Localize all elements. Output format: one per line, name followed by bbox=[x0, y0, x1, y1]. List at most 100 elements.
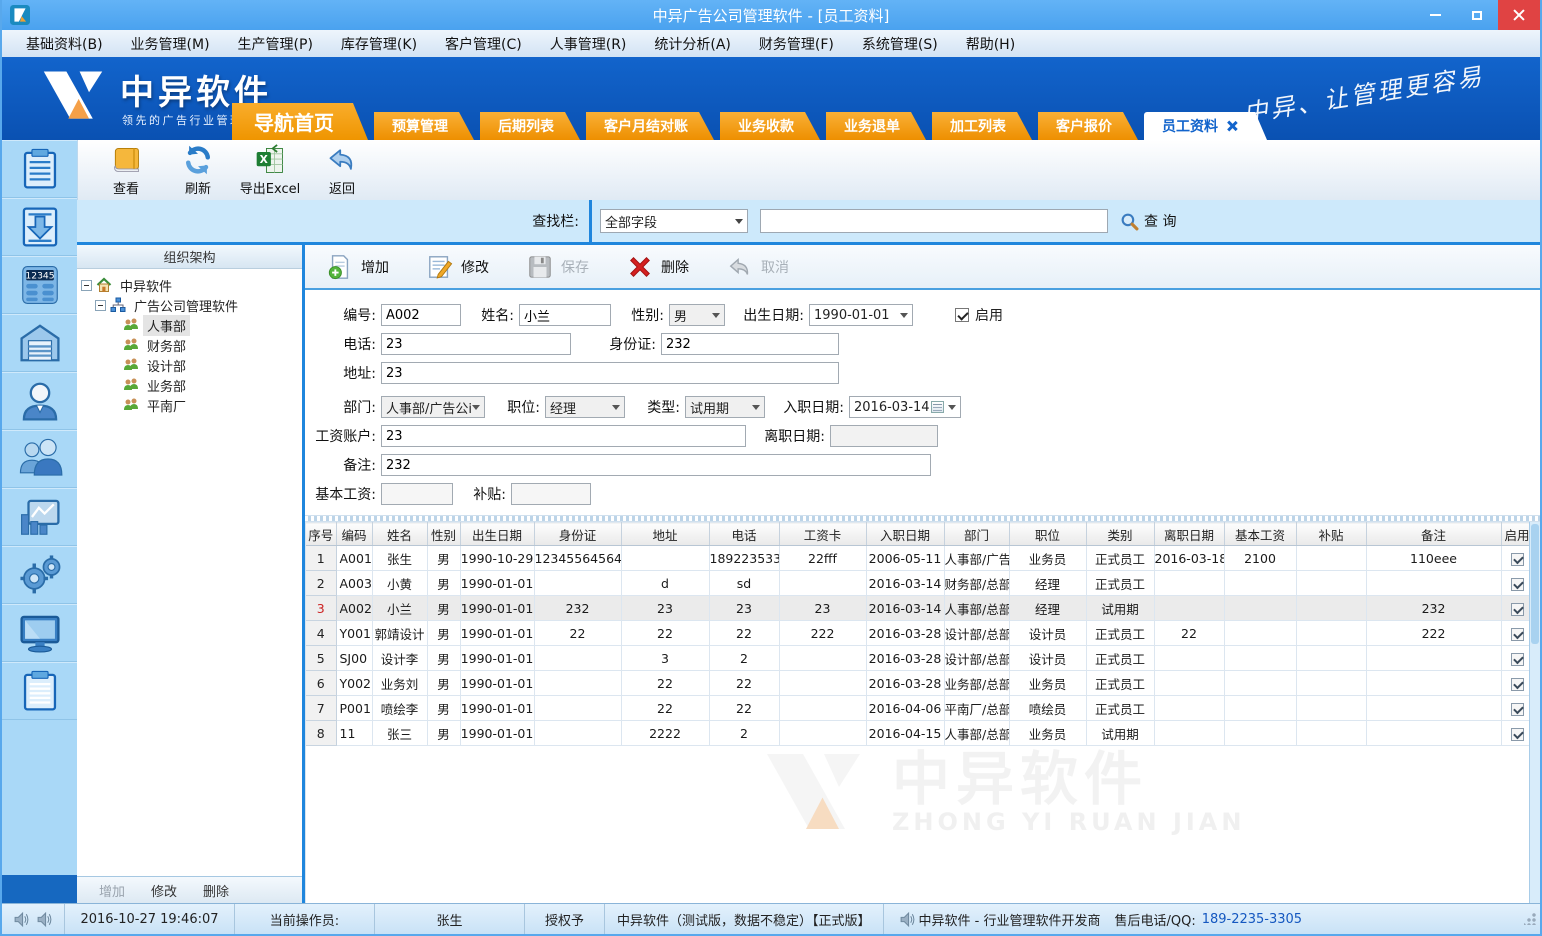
tab-预算管理[interactable]: 预算管理 bbox=[374, 112, 474, 140]
sidebar-statistics-button[interactable] bbox=[2, 488, 77, 546]
tree-department-item[interactable]: 人事部 bbox=[77, 315, 302, 335]
tree-company-item[interactable]: 广告公司管理软件 bbox=[77, 295, 302, 315]
sidebar-settings-button[interactable] bbox=[2, 546, 77, 604]
base-salary-field[interactable] bbox=[381, 483, 453, 505]
address-field[interactable] bbox=[381, 362, 839, 384]
type-select[interactable]: 试用期 bbox=[685, 396, 765, 418]
minimize-button[interactable] bbox=[1414, 0, 1456, 30]
column-header[interactable]: 出生日期 bbox=[460, 523, 534, 546]
column-header[interactable]: 离职日期 bbox=[1154, 523, 1224, 546]
vertical-scrollbar[interactable] bbox=[1529, 522, 1540, 903]
enabled-checkbox[interactable] bbox=[1511, 653, 1524, 666]
table-row[interactable]: 4Y001郭靖设计男1990-01-012222222222016-03-28设… bbox=[306, 621, 1533, 646]
table-row[interactable]: 6Y002业务刘男1990-01-0122222016-03-28业务部/总部业… bbox=[306, 671, 1533, 696]
hire-date-picker[interactable]: 2016-03-14 bbox=[849, 396, 961, 418]
collapse-icon[interactable] bbox=[95, 300, 106, 311]
tab-业务收款[interactable]: 业务收款 bbox=[720, 112, 820, 140]
column-header[interactable]: 补贴 bbox=[1296, 523, 1366, 546]
code-field[interactable] bbox=[381, 304, 461, 326]
menu-item[interactable]: 基础资料(B) bbox=[12, 30, 117, 58]
enabled-checkbox[interactable] bbox=[1511, 703, 1524, 716]
sidebar-documents-button[interactable] bbox=[2, 140, 77, 198]
tab-home[interactable]: 导航首页 bbox=[232, 103, 368, 140]
table-row[interactable]: 5SJ00设计李男1990-01-01322016-03-28设计部/总部设计员… bbox=[306, 646, 1533, 671]
tab-客户月结对账[interactable]: 客户月结对账 bbox=[586, 112, 714, 140]
column-header[interactable]: 基本工资 bbox=[1224, 523, 1296, 546]
tab-employee-data-active[interactable]: 员工资料 bbox=[1144, 112, 1267, 140]
enabled-checkbox[interactable] bbox=[1511, 553, 1524, 566]
add-record-button[interactable]: 增加 bbox=[327, 254, 389, 280]
splitter-handle[interactable] bbox=[305, 515, 1540, 522]
resize-grip[interactable] bbox=[1524, 913, 1536, 925]
column-header[interactable]: 类别 bbox=[1086, 523, 1154, 546]
tree-department-item[interactable]: 财务部 bbox=[77, 335, 302, 355]
phone-field[interactable] bbox=[381, 333, 571, 355]
enabled-checkbox[interactable] bbox=[1511, 678, 1524, 691]
menu-item[interactable]: 统计分析(A) bbox=[640, 30, 745, 58]
speaker-icon[interactable] bbox=[899, 911, 916, 927]
salary-account-field[interactable] bbox=[381, 425, 746, 447]
gender-select[interactable]: 男 bbox=[669, 304, 725, 326]
column-header[interactable]: 入职日期 bbox=[866, 523, 944, 546]
column-header[interactable]: 地址 bbox=[621, 523, 709, 546]
column-header[interactable]: 工资卡 bbox=[779, 523, 866, 546]
column-header[interactable]: 序号 bbox=[306, 523, 336, 546]
sidebar-customers-button[interactable] bbox=[2, 430, 77, 488]
close-button[interactable] bbox=[1498, 0, 1540, 30]
search-field-select[interactable]: 全部字段 bbox=[600, 209, 748, 233]
table-row[interactable]: 2A003小黄男1990-01-01dsd2016-03-14财务部/总部经理正… bbox=[306, 571, 1533, 596]
enabled-checkbox[interactable] bbox=[1511, 728, 1524, 741]
column-header[interactable]: 姓名 bbox=[372, 523, 427, 546]
enabled-checkbox[interactable] bbox=[1511, 603, 1524, 616]
table-row[interactable]: 7P001喷绘李男1990-01-0122222016-04-06平南厂/总部喷… bbox=[306, 696, 1533, 721]
edit-record-button[interactable]: 修改 bbox=[427, 254, 489, 280]
column-header[interactable]: 电话 bbox=[709, 523, 779, 546]
leave-date-field[interactable] bbox=[830, 425, 938, 447]
tree-department-item[interactable]: 设计部 bbox=[77, 355, 302, 375]
tree-add-button[interactable]: 增加 bbox=[99, 881, 125, 900]
export-excel-button[interactable]: X导出Excel bbox=[234, 143, 306, 197]
table-row[interactable]: 1A001张生男1990-10-291234556456418922353322… bbox=[306, 546, 1533, 571]
tree-root-item[interactable]: 中异软件 bbox=[77, 275, 302, 295]
speaker-icon[interactable] bbox=[13, 911, 30, 927]
menu-item[interactable]: 生产管理(P) bbox=[224, 30, 327, 58]
sidebar-reports-button[interactable] bbox=[2, 662, 77, 720]
tab-close-icon[interactable] bbox=[1227, 121, 1237, 131]
column-header[interactable]: 职位 bbox=[1009, 523, 1086, 546]
table-row[interactable]: 3A002小兰男1990-01-012322323232016-03-14人事部… bbox=[306, 596, 1533, 621]
table-row[interactable]: 811张三男1990-01-01222222016-04-15人事部/总部业务员… bbox=[306, 721, 1533, 746]
position-select[interactable]: 经理 bbox=[545, 396, 625, 418]
enabled-checkbox[interactable] bbox=[1511, 628, 1524, 641]
enabled-checkbox[interactable] bbox=[1511, 578, 1524, 591]
column-header[interactable]: 性别 bbox=[427, 523, 460, 546]
speaker-icon[interactable] bbox=[36, 911, 53, 927]
tab-客户报价[interactable]: 客户报价 bbox=[1038, 112, 1138, 140]
search-input[interactable] bbox=[760, 209, 1108, 233]
menu-item[interactable]: 业务管理(M) bbox=[117, 30, 224, 58]
birth-date-select[interactable]: 1990-01-01 bbox=[809, 304, 913, 326]
menu-item[interactable]: 财务管理(F) bbox=[745, 30, 848, 58]
column-header[interactable]: 身份证 bbox=[534, 523, 621, 546]
sidebar-employee-button[interactable] bbox=[2, 372, 77, 430]
column-header[interactable]: 编码 bbox=[336, 523, 372, 546]
menu-item[interactable]: 库存管理(K) bbox=[327, 30, 431, 58]
tree-department-item[interactable]: 平南厂 bbox=[77, 395, 302, 415]
remark-field[interactable] bbox=[381, 454, 931, 476]
column-header[interactable]: 部门 bbox=[944, 523, 1009, 546]
search-button[interactable]: 查 询 bbox=[1120, 211, 1176, 231]
sidebar-warehouse-button[interactable] bbox=[2, 314, 77, 372]
subsidy-field[interactable] bbox=[511, 483, 591, 505]
sidebar-import-button[interactable] bbox=[2, 198, 77, 256]
view-button[interactable]: 查看 bbox=[90, 143, 162, 197]
enabled-checkbox[interactable] bbox=[955, 308, 969, 322]
sidebar-calculator-button[interactable]: 12345 bbox=[2, 256, 77, 314]
tab-业务退单[interactable]: 业务退单 bbox=[826, 112, 926, 140]
tree-delete-button[interactable]: 删除 bbox=[203, 881, 229, 900]
maximize-button[interactable] bbox=[1456, 0, 1498, 30]
return-button[interactable]: 返回 bbox=[306, 143, 378, 197]
idcard-field[interactable] bbox=[661, 333, 839, 355]
menu-item[interactable]: 人事管理(R) bbox=[536, 30, 641, 58]
tree-department-item[interactable]: 业务部 bbox=[77, 375, 302, 395]
collapse-icon[interactable] bbox=[81, 280, 92, 291]
menu-item[interactable]: 帮助(H) bbox=[952, 30, 1029, 58]
